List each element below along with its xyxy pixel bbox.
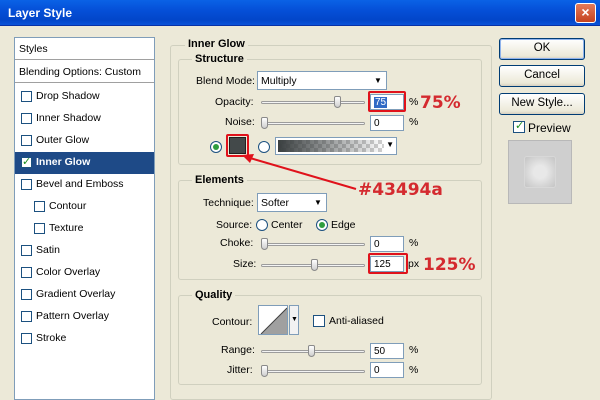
styles-list: Styles Blending Options: Custom Drop Sha… (14, 37, 155, 400)
slider-thumb-icon[interactable] (308, 345, 315, 357)
gradient-overlay-checkbox[interactable] (21, 289, 32, 300)
size-slider[interactable] (261, 259, 365, 271)
noise-slider[interactable] (261, 117, 365, 129)
source-center-label: Center (271, 219, 303, 231)
contour-picker[interactable] (258, 305, 288, 335)
range-slider[interactable] (261, 345, 365, 357)
sidebar-item-stroke[interactable]: Stroke (15, 328, 154, 350)
source-edge-radio[interactable] (316, 219, 328, 231)
range-label: Range: (221, 344, 255, 356)
inner-glow-title: Inner Glow (185, 38, 248, 50)
styles-header[interactable]: Styles (15, 38, 154, 60)
size-label: Size: (233, 258, 257, 270)
color-annotation: #43494a (358, 180, 443, 200)
size-highlight-box (368, 253, 408, 274)
contour-checkbox[interactable] (34, 201, 45, 212)
sidebar-item-pattern-overlay[interactable]: Pattern Overlay (15, 306, 154, 328)
source-label: Source: (216, 219, 253, 231)
slider-thumb-icon[interactable] (261, 365, 268, 377)
sidebar-item-contour[interactable]: Contour (15, 196, 154, 218)
close-button[interactable]: × (575, 3, 596, 23)
color-overlay-checkbox[interactable] (21, 267, 32, 278)
choke-input[interactable]: 0 (370, 236, 404, 252)
choke-slider[interactable] (261, 238, 365, 250)
cancel-button[interactable]: Cancel (499, 65, 585, 87)
outer-glow-checkbox[interactable] (21, 135, 32, 146)
ok-button[interactable]: OK (499, 38, 585, 60)
dropdown-arrow-icon: ▼ (374, 76, 382, 85)
preview-checkbox[interactable]: ✓ (513, 120, 525, 133)
slider-thumb-icon[interactable] (334, 96, 341, 108)
preview-thumbnail (508, 140, 572, 204)
sidebar-item-drop-shadow[interactable]: Drop Shadow (15, 86, 154, 108)
opacity-label: Opacity: (215, 96, 254, 108)
anti-aliased-checkbox[interactable] (313, 315, 325, 327)
sidebar-item-bevel-emboss[interactable]: Bevel and Emboss (15, 174, 154, 196)
texture-checkbox[interactable] (34, 223, 45, 234)
jitter-input[interactable]: 0 (370, 362, 404, 378)
source-center-radio[interactable] (256, 219, 268, 231)
sidebar-item-gradient-overlay[interactable]: Gradient Overlay (15, 284, 154, 306)
sidebar-item-color-overlay[interactable]: Color Overlay (15, 262, 154, 284)
range-input[interactable]: 50 (370, 343, 404, 359)
window-title: Layer Style (8, 6, 73, 20)
noise-label: Noise: (225, 116, 255, 128)
blend-mode-select[interactable]: Multiply ▼ (257, 71, 387, 90)
contour-label: Contour: (212, 316, 253, 328)
dropdown-arrow-icon: ▼ (291, 316, 298, 323)
slider-thumb-icon[interactable] (311, 259, 318, 271)
new-style-button[interactable]: New Style... (499, 93, 585, 115)
close-icon: × (581, 4, 590, 20)
slider-thumb-icon[interactable] (261, 117, 268, 129)
stroke-checkbox[interactable] (21, 333, 32, 344)
sidebar-item-texture[interactable]: Texture (15, 218, 154, 240)
contour-curve-icon (260, 307, 287, 334)
pattern-overlay-checkbox[interactable] (21, 311, 32, 322)
contour-dropdown[interactable]: ▼ (289, 305, 299, 335)
slider-thumb-icon[interactable] (261, 238, 268, 250)
sidebar-item-inner-glow[interactable]: Inner Glow (15, 152, 154, 174)
checkmark-icon: ✓ (515, 120, 525, 132)
choke-label: Choke: (220, 237, 254, 249)
solid-color-radio[interactable] (210, 141, 222, 153)
quality-title: Quality (192, 289, 236, 301)
sidebar-item-satin[interactable]: Satin (15, 240, 154, 262)
bevel-emboss-checkbox[interactable] (21, 179, 32, 190)
structure-title: Structure (192, 53, 247, 65)
jitter-label: Jitter: (227, 364, 253, 376)
dropdown-arrow-icon: ▼ (386, 140, 394, 149)
inner-shadow-checkbox[interactable] (21, 113, 32, 124)
title-bar: Layer Style × (0, 0, 600, 26)
noise-input[interactable]: 0 (370, 115, 404, 131)
opacity-annotation: 75% (420, 93, 461, 113)
anti-aliased-label: Anti-aliased (329, 315, 384, 327)
size-annotation: 125% (423, 255, 476, 275)
sidebar-item-inner-shadow[interactable]: Inner Shadow (15, 108, 154, 130)
jitter-slider[interactable] (261, 365, 365, 377)
drop-shadow-checkbox[interactable] (21, 91, 32, 102)
annotation-arrow-icon (242, 154, 357, 190)
satin-checkbox[interactable] (21, 245, 32, 256)
inner-glow-checkbox[interactable] (21, 155, 32, 168)
blend-mode-label: Blend Mode: (196, 75, 255, 87)
opacity-highlight-box (368, 91, 406, 112)
preview-label: Preview (528, 121, 571, 135)
preview-sample (525, 157, 555, 187)
sidebar-item-outer-glow[interactable]: Outer Glow (15, 130, 154, 152)
blending-options-item[interactable]: Blending Options: Custom (15, 61, 154, 83)
opacity-slider[interactable] (261, 96, 365, 108)
source-edge-label: Edge (331, 219, 356, 231)
